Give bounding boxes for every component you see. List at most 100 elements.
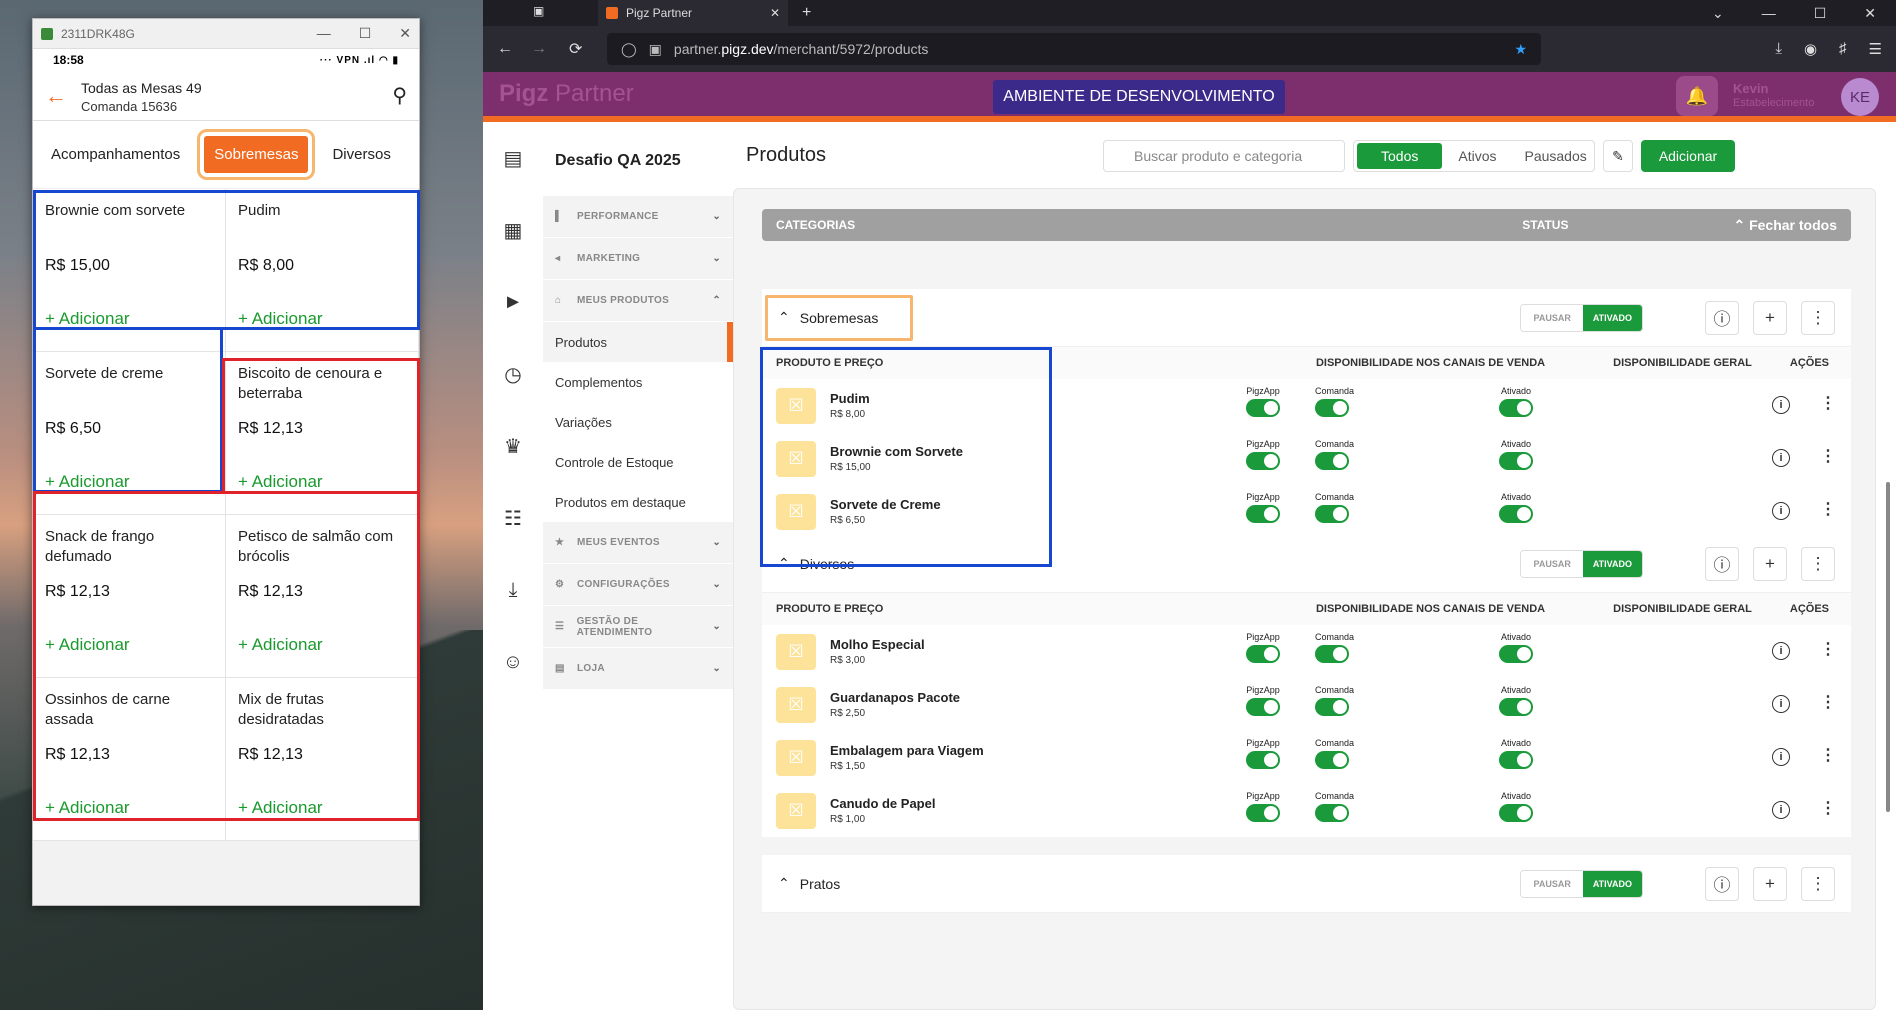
- info-icon[interactable]: i: [1772, 396, 1790, 414]
- pigzapp-toggle[interactable]: PigzApp: [1246, 685, 1280, 716]
- toggle-switch[interactable]: [1499, 505, 1533, 523]
- info-icon[interactable]: ⓘ: [1705, 546, 1739, 581]
- tag-icon[interactable]: ►: [483, 266, 543, 338]
- pause-toggle[interactable]: PAUSAR ATIVADO: [1520, 549, 1643, 578]
- toggle-switch[interactable]: [1246, 505, 1280, 523]
- menu-section[interactable]: ▌ PERFORMANCE ⌄: [543, 196, 733, 238]
- pause-option[interactable]: PAUSAR: [1521, 870, 1583, 897]
- url-bar[interactable]: ◯ ▣ partner.pigz.dev/merchant/5972/produ…: [607, 33, 1541, 65]
- more-options-icon[interactable]: ⋮: [1820, 745, 1836, 765]
- toggle-switch[interactable]: [1315, 399, 1349, 417]
- toggle-switch[interactable]: [1246, 751, 1280, 769]
- general-toggle[interactable]: Ativado: [1499, 738, 1533, 769]
- menu-section[interactable]: ⌂ MEUS PRODUTOS ⌃: [543, 280, 733, 322]
- reload-icon[interactable]: ⟳: [569, 39, 582, 59]
- comanda-toggle[interactable]: Comanda: [1315, 738, 1354, 769]
- general-toggle[interactable]: Ativado: [1499, 386, 1533, 417]
- info-icon[interactable]: ⓘ: [1705, 866, 1739, 901]
- minimize-icon[interactable]: —: [317, 25, 331, 42]
- toggle-switch[interactable]: [1246, 804, 1280, 822]
- active-option[interactable]: ATIVADO: [1582, 870, 1642, 897]
- tab-sobremesas[interactable]: Sobremesas: [197, 129, 316, 180]
- back-arrow-icon[interactable]: ←: [45, 83, 67, 109]
- menu-section[interactable]: ☰ GESTÃO DE ATENDIMENTO ⌄: [543, 606, 733, 648]
- general-toggle[interactable]: Ativado: [1499, 685, 1533, 716]
- close-icon[interactable]: ✕: [399, 25, 411, 42]
- more-options-icon[interactable]: ⋮: [1801, 546, 1835, 581]
- general-toggle[interactable]: Ativado: [1499, 791, 1533, 822]
- scrollbar[interactable]: [1886, 482, 1890, 812]
- tab-diversos[interactable]: Diversos: [322, 136, 400, 173]
- more-options-icon[interactable]: ⋮: [1820, 393, 1836, 413]
- toggle-switch[interactable]: [1246, 452, 1280, 470]
- close-icon[interactable]: ✕: [1864, 5, 1876, 22]
- menu-icon[interactable]: ☰: [1869, 40, 1882, 58]
- minimize-icon[interactable]: —: [1762, 5, 1776, 22]
- menu-item[interactable]: Produtos em destaque: [543, 482, 733, 522]
- back-icon[interactable]: ←: [497, 40, 513, 58]
- toggle-switch[interactable]: [1246, 645, 1280, 663]
- new-tab-icon[interactable]: +: [802, 4, 811, 22]
- toggle-switch[interactable]: [1315, 698, 1349, 716]
- clock-icon[interactable]: ◷: [483, 338, 543, 410]
- toggle-switch[interactable]: [1499, 698, 1533, 716]
- pause-option[interactable]: PAUSAR: [1521, 304, 1583, 331]
- pigz-partner-logo[interactable]: Pigz Partner: [499, 80, 634, 108]
- toggle-switch[interactable]: [1315, 452, 1349, 470]
- toggle-switch[interactable]: [1246, 698, 1280, 716]
- delivery-icon[interactable]: ♛: [483, 410, 543, 482]
- add-button[interactable]: Adicionar: [1641, 140, 1735, 172]
- category-header[interactable]: ⌃ Pratos PAUSAR ATIVADO ⓘ + ⋮: [762, 855, 1851, 913]
- browser-tab[interactable]: Pigz Partner ✕: [598, 0, 788, 26]
- add-icon[interactable]: +: [1753, 300, 1787, 335]
- search-input[interactable]: Buscar produto e categoria: [1103, 140, 1345, 172]
- comanda-toggle[interactable]: Comanda: [1315, 386, 1354, 417]
- add-icon[interactable]: +: [1753, 546, 1787, 581]
- comanda-toggle[interactable]: Comanda: [1315, 791, 1354, 822]
- more-options-icon[interactable]: ⋮: [1820, 639, 1836, 659]
- menu-item[interactable]: Variações: [543, 402, 733, 442]
- toggle-switch[interactable]: [1315, 804, 1349, 822]
- more-options-icon[interactable]: ⋮: [1801, 300, 1835, 335]
- pigzapp-toggle[interactable]: PigzApp: [1246, 632, 1280, 663]
- info-icon[interactable]: i: [1772, 695, 1790, 713]
- menu-item[interactable]: Produtos: [543, 322, 733, 362]
- menu-section[interactable]: ▤ LOJA ⌄: [543, 648, 733, 690]
- toggle-switch[interactable]: [1315, 505, 1349, 523]
- info-icon[interactable]: i: [1772, 502, 1790, 520]
- general-toggle[interactable]: Ativado: [1499, 632, 1533, 663]
- active-option[interactable]: ATIVADO: [1582, 550, 1642, 577]
- tabs-dropdown-icon[interactable]: ⌄: [1712, 5, 1724, 22]
- archive-icon[interactable]: ▦: [483, 194, 543, 266]
- comanda-toggle[interactable]: Comanda: [1315, 492, 1354, 523]
- comanda-toggle[interactable]: Comanda: [1315, 632, 1354, 663]
- toggle-switch[interactable]: [1246, 399, 1280, 417]
- info-icon[interactable]: i: [1772, 449, 1790, 467]
- category-header[interactable]: ⌃ Sobremesas PAUSAR ATIVADO ⓘ + ⋮: [762, 289, 1851, 347]
- general-toggle[interactable]: Ativado: [1499, 492, 1533, 523]
- menu-item[interactable]: Complementos: [543, 362, 733, 402]
- user-info[interactable]: Kevin Estabelecimento: [1733, 82, 1814, 110]
- account-icon[interactable]: ◉: [1804, 40, 1817, 58]
- forward-icon[interactable]: →: [531, 40, 547, 58]
- menu-item[interactable]: Controle de Estoque: [543, 442, 733, 482]
- close-all-button[interactable]: ⌃ Fechar todos: [1733, 217, 1837, 234]
- tab-acompanhamentos[interactable]: Acompanhamentos: [41, 136, 190, 173]
- add-icon[interactable]: +: [1753, 866, 1787, 901]
- filter-pausados[interactable]: Pausados: [1512, 143, 1598, 169]
- maximize-icon[interactable]: ☐: [359, 25, 372, 42]
- general-toggle[interactable]: Ativado: [1499, 439, 1533, 470]
- filter-ativos[interactable]: Ativos: [1446, 143, 1508, 169]
- pause-option[interactable]: PAUSAR: [1521, 550, 1583, 577]
- toggle-switch[interactable]: [1499, 399, 1533, 417]
- notification-bell-icon[interactable]: 🔔: [1676, 76, 1718, 116]
- search-icon[interactable]: ⚲: [392, 83, 407, 108]
- filter-todos[interactable]: Todos: [1357, 143, 1443, 169]
- pigzapp-toggle[interactable]: PigzApp: [1246, 439, 1280, 470]
- info-icon[interactable]: ⓘ: [1705, 300, 1739, 335]
- menu-section[interactable]: ★ MEUS EVENTOS ⌄: [543, 522, 733, 564]
- comanda-toggle[interactable]: Comanda: [1315, 685, 1354, 716]
- more-options-icon[interactable]: ⋮: [1820, 446, 1836, 466]
- active-option[interactable]: ATIVADO: [1582, 304, 1642, 331]
- receipt-icon[interactable]: ☷: [483, 482, 543, 554]
